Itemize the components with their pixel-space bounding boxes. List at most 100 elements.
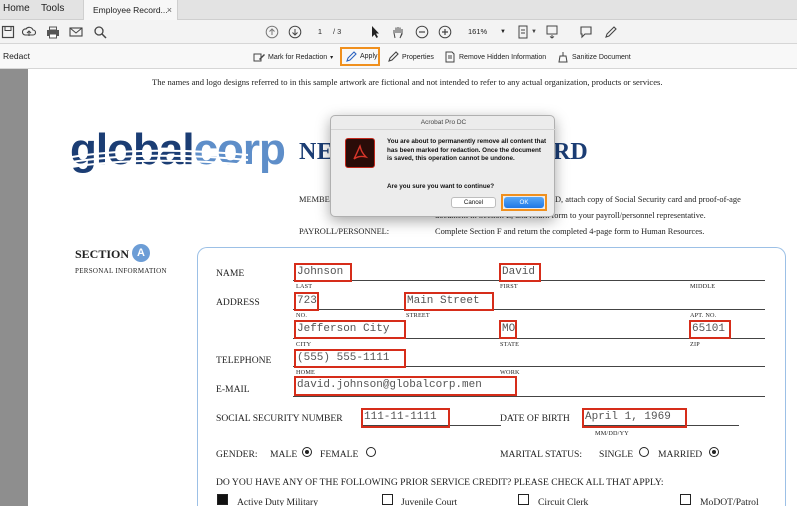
confirm-redaction-dialog: Acrobat Pro DC You are about to permanen…: [330, 115, 556, 217]
cancel-button[interactable]: Cancel: [451, 197, 496, 208]
active-duty-label: Active Duty Military: [237, 497, 318, 506]
document-left-gutter: [0, 69, 28, 506]
marital-status-label: MARITAL STATUS:: [500, 449, 583, 460]
properties-icon: [388, 51, 399, 62]
select-cursor-icon[interactable]: [367, 24, 383, 40]
fit-chevron-icon[interactable]: ▼: [530, 24, 538, 40]
search-icon[interactable]: [92, 24, 108, 40]
juvenile-court-label: Juvenile Court: [401, 497, 458, 506]
street-sublabel: STREET: [406, 312, 430, 319]
dob-label: DATE OF BIRTH: [500, 413, 570, 424]
redact-pencil-icon: [253, 53, 265, 62]
chevron-down-icon: ▼: [500, 29, 506, 35]
first-sublabel: FIRST: [500, 283, 518, 290]
main-toolbar: 1 / 3 161% ▼ ▼: [0, 20, 797, 44]
male-label: MALE: [270, 449, 298, 460]
zoom-level-value: 161%: [468, 27, 488, 36]
comment-icon[interactable]: [578, 24, 594, 40]
mark-for-redaction-button[interactable]: Mark for Redaction ▾: [253, 49, 333, 65]
work-sublabel: WORK: [500, 369, 520, 376]
hand-tool-icon[interactable]: [390, 24, 406, 40]
telephone-label: TELEPHONE: [216, 355, 272, 366]
redaction-zip[interactable]: 65101: [689, 320, 731, 339]
section-title: SECTION: [75, 247, 130, 261]
married-label: MARRIED: [658, 449, 703, 460]
close-icon[interactable]: ×: [167, 0, 172, 20]
mark-chevron-down-icon: ▾: [330, 54, 334, 61]
remove-hidden-information-button[interactable]: Remove Hidden Information: [444, 49, 546, 65]
properties-button[interactable]: Properties: [387, 49, 434, 65]
redact-toolbar: Redact Mark for Redaction ▾ Apply Proper…: [0, 44, 797, 69]
acrobat-icon: [345, 138, 375, 168]
sanitize-label: Sanitize Document: [572, 53, 631, 61]
modot-patrol-checkbox[interactable]: [680, 494, 691, 505]
tab-tools[interactable]: Tools: [41, 3, 64, 14]
city-sublabel: CITY: [296, 341, 312, 348]
previous-page-icon[interactable]: [264, 24, 280, 40]
last-sublabel: LAST: [296, 283, 313, 290]
redaction-last-name[interactable]: Johnson: [294, 263, 352, 282]
form-title-right: RD: [553, 139, 588, 165]
gender-label: GENDER:: [216, 449, 258, 460]
redaction-city[interactable]: Jefferson City: [294, 320, 406, 339]
ok-button-highlight: OK: [501, 194, 547, 211]
section-subtitle: PERSONAL INFORMATION: [75, 267, 167, 275]
payroll-label: PAYROLL/PERSONNEL:: [299, 227, 390, 236]
middle-sublabel: MIDDLE: [690, 283, 716, 290]
next-page-icon[interactable]: [287, 24, 303, 40]
female-label: FEMALE: [320, 449, 359, 460]
section-badge: A: [132, 244, 150, 262]
tab-home[interactable]: Home: [3, 3, 30, 14]
redaction-email[interactable]: david.johnson@globalcorp.men: [294, 376, 517, 396]
mail-icon[interactable]: [68, 24, 84, 40]
redaction-ssn[interactable]: 111-11-1111: [361, 408, 450, 428]
zoom-level-dropdown[interactable]: 161% ▼: [460, 25, 508, 39]
remove-hidden-label: Remove Hidden Information: [459, 53, 547, 61]
female-radio[interactable]: [366, 447, 376, 457]
redaction-state[interactable]: MO: [499, 320, 517, 339]
page-fit-icon[interactable]: [515, 24, 531, 40]
apply-pencil-icon: [346, 50, 357, 62]
redaction-street[interactable]: Main Street: [404, 292, 494, 311]
save-icon[interactable]: [0, 24, 16, 40]
tab-document[interactable]: Employee Record... ×: [83, 0, 178, 20]
sanitize-document-button[interactable]: Sanitize Document: [557, 49, 631, 65]
address-underline: [293, 309, 765, 310]
ok-button[interactable]: OK: [504, 197, 544, 208]
male-radio[interactable]: [302, 447, 312, 457]
redaction-phone[interactable]: (555) 555-1111: [294, 349, 406, 368]
zip-sublabel: ZIP: [690, 341, 700, 348]
apt-sublabel: APT. NO.: [690, 312, 717, 319]
email-underline: [293, 396, 765, 397]
properties-label: Properties: [402, 53, 434, 61]
apply-label: Apply: [360, 53, 378, 60]
redaction-dob[interactable]: April 1, 1969: [582, 408, 687, 428]
dialog-question: Are you sure you want to continue?: [387, 183, 495, 190]
active-duty-checkbox[interactable]: [217, 494, 228, 505]
ssn-label: SOCIAL SECURITY NUMBER: [216, 413, 343, 424]
tab-bar: Home Tools Employee Record... ×: [0, 0, 797, 20]
mark-for-redaction-label: Mark for Redaction: [268, 53, 328, 61]
zoom-in-icon[interactable]: [437, 24, 453, 40]
redaction-street-number[interactable]: 723: [294, 292, 319, 311]
print-icon[interactable]: [45, 24, 61, 40]
form-title-left: NE: [299, 139, 334, 165]
no-sublabel: NO.: [296, 312, 308, 319]
redaction-first-name[interactable]: David: [499, 263, 541, 282]
sanitize-icon: [558, 52, 568, 63]
dialog-message: You are about to permanently remove all …: [387, 138, 547, 163]
apply-redaction-button[interactable]: Apply: [340, 47, 380, 66]
name-label: NAME: [216, 268, 245, 279]
disclaimer-text: The names and logo designs referred to i…: [152, 77, 663, 87]
page-number-input[interactable]: 1: [309, 25, 331, 39]
scroll-mode-icon[interactable]: [544, 24, 560, 40]
pen-icon[interactable]: [603, 24, 619, 40]
zoom-out-icon[interactable]: [414, 24, 430, 40]
married-radio[interactable]: [709, 447, 719, 457]
circuit-clerk-checkbox[interactable]: [518, 494, 529, 505]
juvenile-court-checkbox[interactable]: [382, 494, 393, 505]
single-radio[interactable]: [639, 447, 649, 457]
state-sublabel: STATE: [500, 341, 520, 348]
page-total: / 3: [333, 27, 342, 36]
cloud-upload-icon[interactable]: [21, 24, 37, 40]
